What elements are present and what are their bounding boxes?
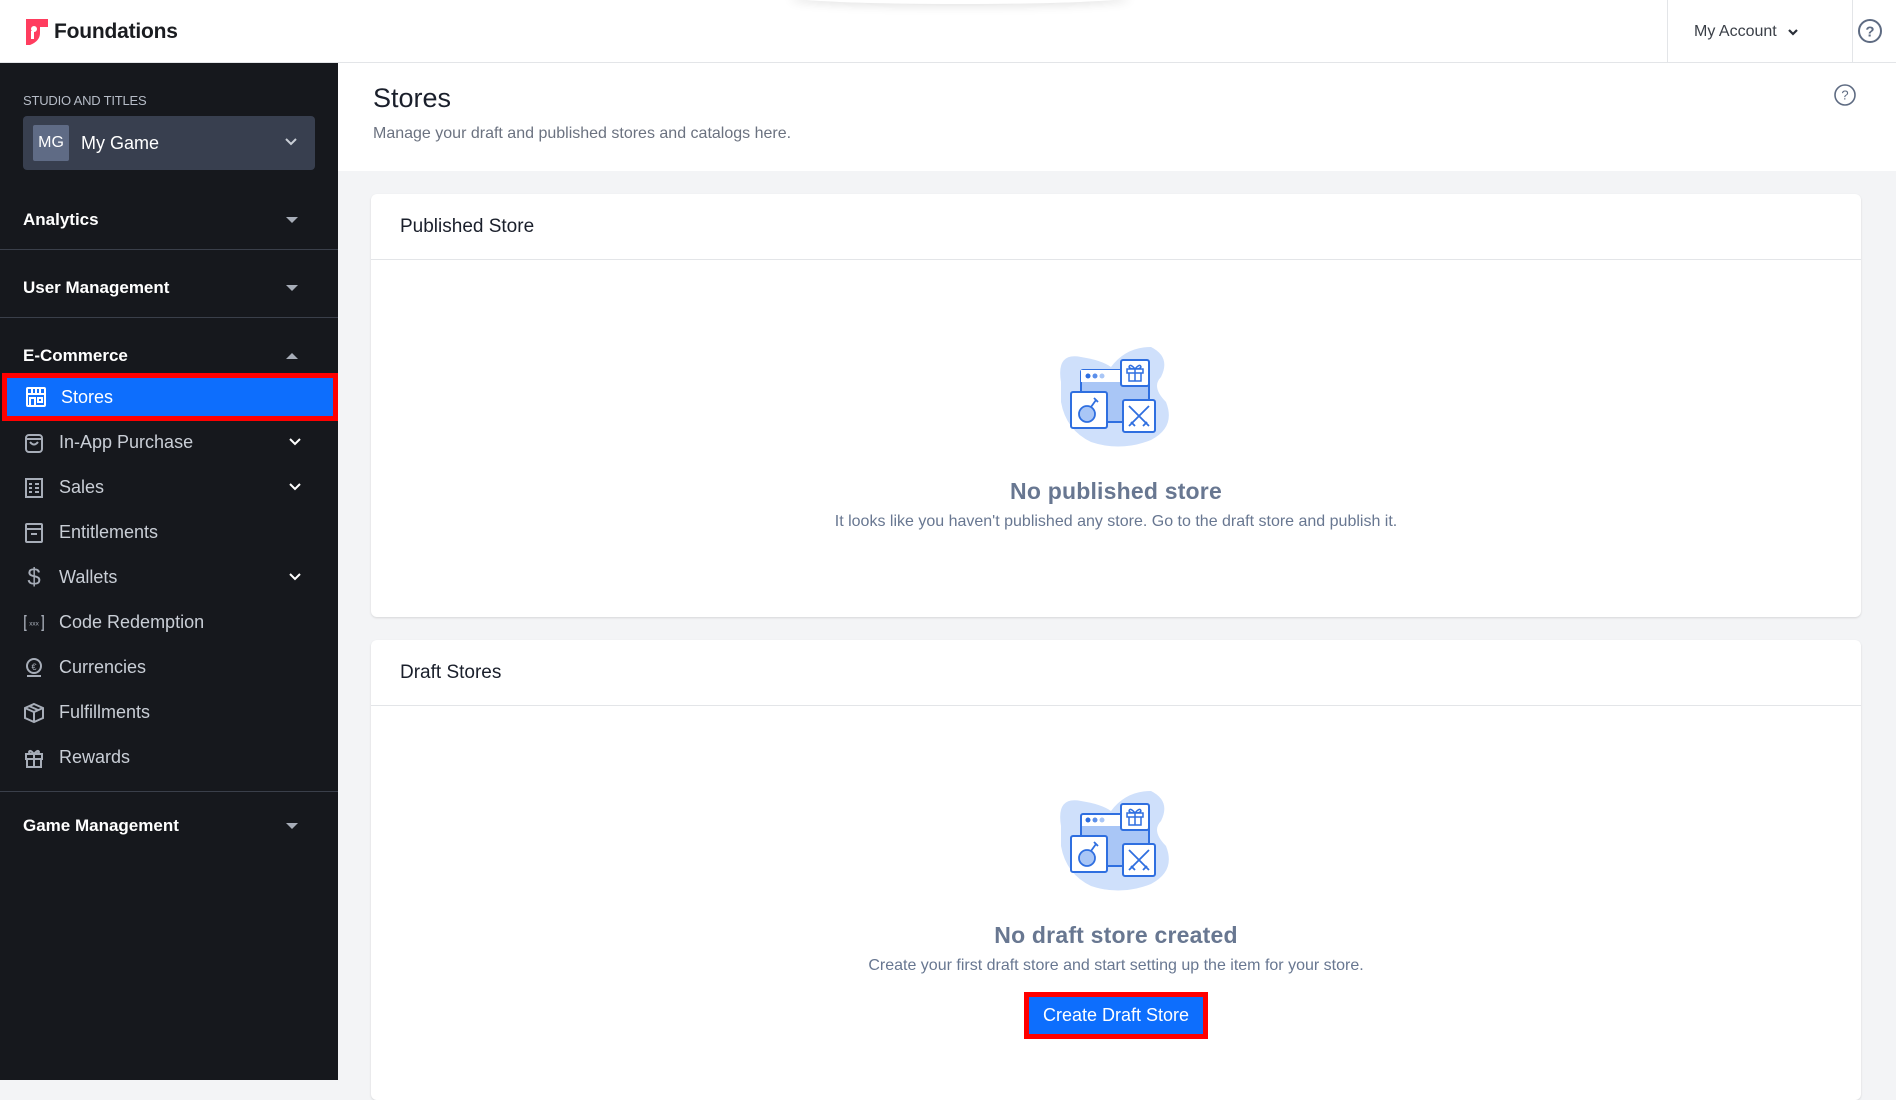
svg-text:?: ? [1841,88,1848,103]
sidebar-item-sales[interactable]: Sales [0,465,338,510]
game-avatar: MG [33,125,69,161]
box-icon [23,702,45,724]
help-circle-icon[interactable]: ? [1857,18,1883,44]
section-label: Game Management [23,816,179,835]
card-header: Published Store [371,194,1861,260]
divider [0,791,338,792]
page-subtitle: Manage your draft and published stores a… [373,125,792,142]
nav-label: Stores [61,386,114,407]
app-name: Foundations [54,20,178,43]
coin-euro-icon: € [23,657,45,679]
studio-and-titles-label: STUDIO AND TITLES [23,93,147,108]
nav-label: In-App Purchase [59,432,194,452]
empty-state-title: No draft store created [994,922,1238,948]
empty-state: No draft store created Create your first… [371,922,1861,975]
empty-state-description: It looks like you haven't published any … [834,513,1398,530]
page-title: Stores [373,83,452,113]
sidebar-item-currencies[interactable]: € Currencies [0,645,338,690]
foundations-logo-icon [26,19,48,45]
page-header: Stores Manage your draft and published s… [338,63,1896,171]
sidebar-item-fulfillments[interactable]: Fulfillments [0,690,338,735]
divider [0,249,338,250]
empty-state: No published store It looks like you hav… [371,478,1861,531]
shopping-bag-icon [23,432,45,454]
top-bar: Foundations My Account ? [0,0,1896,63]
card-title: Draft Stores [400,661,502,683]
nav-label: Code Redemption [59,612,205,632]
svg-text:?: ? [1865,24,1874,41]
app-logo[interactable]: Foundations [26,19,178,45]
caret-down-icon [286,285,298,291]
card-title: Published Store [400,215,535,237]
sidebar-item-stores[interactable]: Stores [2,373,338,421]
caret-down-icon [286,823,298,829]
code-brackets-icon: xxx [23,612,45,634]
chevron-down-icon [289,438,301,446]
my-account-label: My Account [1694,22,1777,40]
sidebar-item-in-app-purchase[interactable]: In-App Purchase [0,420,338,465]
nav-label: Entitlements [59,522,159,542]
receipt-icon [23,477,45,499]
game-name: My Game [81,132,160,153]
chevron-down-icon [285,138,297,146]
help-circle-icon[interactable]: ? [1833,83,1857,107]
archive-icon [23,522,45,544]
draft-stores-card: Draft Stores No draft store created Crea… [371,640,1861,1100]
nav-label: Wallets [59,567,118,587]
sidebar-item-rewards[interactable]: Rewards [0,735,338,780]
sidebar: STUDIO AND TITLES MG My Game Analytics U… [0,63,338,1080]
studio-title-selector[interactable]: MG My Game [23,116,315,170]
sidebar-section-game-management[interactable]: Game Management [0,801,338,851]
nav-label: Sales [59,477,105,497]
empty-state-title: No published store [1010,478,1222,504]
chevron-down-icon [289,483,301,491]
sidebar-item-wallets[interactable]: $ Wallets [0,555,338,600]
empty-state-description: Create your first draft store and start … [868,957,1364,974]
gift-icon [23,747,45,769]
published-store-card: Published Store No published store It lo… [371,194,1861,617]
section-label: E-Commerce [23,346,128,365]
chevron-down-icon [289,573,301,581]
section-label: Analytics [23,210,99,229]
caret-down-icon [286,217,298,223]
card-header: Draft Stores [371,640,1861,706]
svg-text:€: € [31,662,36,672]
my-account-menu[interactable]: My Account [1667,0,1853,63]
storefront-icon [25,386,47,408]
create-draft-store-button[interactable]: Create Draft Store [1024,992,1208,1039]
nav-label: Rewards [59,747,131,767]
topbar-shadow [790,0,1130,4]
section-label: User Management [23,278,170,297]
sidebar-section-user-management[interactable]: User Management [0,263,338,313]
dollar-icon: $ [27,563,41,591]
chevron-down-icon [1787,28,1798,36]
sidebar-item-code-redemption[interactable]: xxx Code Redemption [0,600,338,645]
caret-up-icon [286,353,298,359]
svg-text:xxx: xxx [29,620,39,627]
empty-store-illustration [1060,347,1169,447]
nav-label: Currencies [59,657,147,677]
nav-label: Fulfillments [59,702,151,722]
sidebar-section-analytics[interactable]: Analytics [0,195,338,245]
divider [0,317,338,318]
sidebar-item-entitlements[interactable]: Entitlements [0,510,338,555]
empty-store-illustration [1060,791,1169,891]
